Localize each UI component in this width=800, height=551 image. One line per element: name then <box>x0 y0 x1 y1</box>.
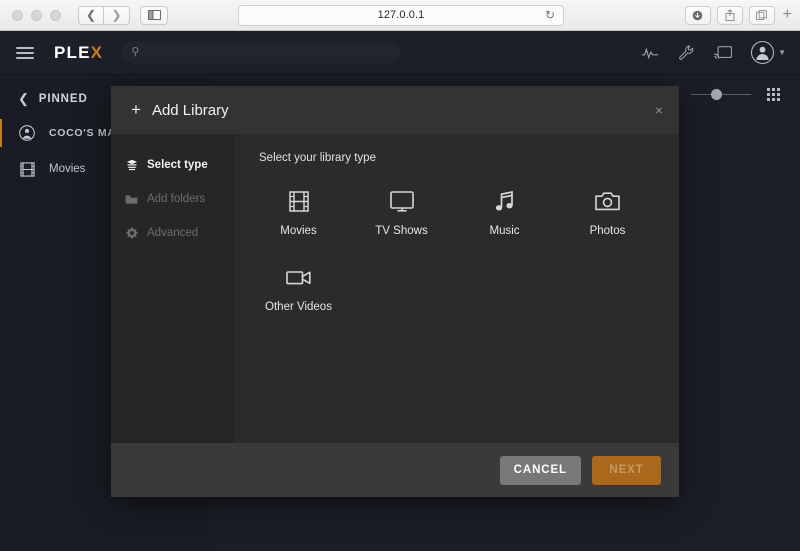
tab-overview-button[interactable] <box>748 5 775 25</box>
back-button[interactable]: ❮ <box>78 5 104 25</box>
share-icon <box>725 9 735 21</box>
library-type-photos[interactable]: Photos <box>556 184 659 260</box>
library-type-grid: Movies TV Shows Music Photos Other Video… <box>235 184 679 336</box>
step-select-type[interactable]: Select type <box>111 148 235 182</box>
downloads-button[interactable] <box>684 5 711 25</box>
close-icon[interactable]: × <box>655 103 663 117</box>
minimize-window-button[interactable] <box>31 9 42 21</box>
download-icon <box>692 10 703 20</box>
browser-nav-group: ❮ ❯ <box>78 5 168 25</box>
browser-toolbar-right: + <box>684 5 792 25</box>
forward-button[interactable]: ❯ <box>104 5 130 25</box>
grid-view-icon[interactable] <box>767 88 780 101</box>
close-window-button[interactable] <box>12 9 23 21</box>
add-library-modal: + Add Library × Select type Add folders … <box>111 86 679 497</box>
modal-body: Select type Add folders Advanced Select … <box>111 134 679 443</box>
search-input[interactable] <box>139 46 402 59</box>
modal-title-group: + Add Library <box>131 100 229 120</box>
avatar[interactable]: ▼ <box>751 41 786 64</box>
next-button[interactable]: NEXT <box>592 455 661 485</box>
library-type-label: Music <box>489 225 520 237</box>
pinned-label: PINNED <box>38 93 88 105</box>
step-advanced[interactable]: Advanced <box>111 216 235 250</box>
modal-header: + Add Library × <box>111 86 679 134</box>
search-icon: ⚲ <box>131 46 140 58</box>
library-type-other-videos[interactable]: Other Videos <box>247 260 350 336</box>
film-strip-icon <box>288 190 309 212</box>
plex-logo-accent: X <box>90 42 104 62</box>
library-type-movies[interactable]: Movies <box>247 184 350 260</box>
camera-icon <box>595 190 620 212</box>
size-slider[interactable] <box>691 89 751 101</box>
slider-knob[interactable] <box>711 89 722 100</box>
library-type-pane: Select your library type Movies TV Shows… <box>235 134 679 443</box>
new-tab-button[interactable]: + <box>783 7 792 23</box>
sidebar-item-label: Movies <box>49 163 86 175</box>
gear-icon <box>125 227 138 239</box>
app-root: ❮ ❯ 127.0.0.1 ↻ + PLEX ⚲ ▼ ❮ PINNED COCO… <box>0 0 800 551</box>
url-text: 127.0.0.1 <box>377 9 425 21</box>
step-label: Select type <box>147 159 208 171</box>
share-button[interactable] <box>716 5 743 25</box>
video-camera-icon <box>286 266 311 288</box>
film-strip-icon <box>18 161 36 177</box>
browser-toolbar: ❮ ❯ 127.0.0.1 ↻ + <box>0 0 800 31</box>
wrench-icon[interactable] <box>678 45 695 61</box>
pane-label: Select your library type <box>259 152 376 164</box>
library-type-label: Movies <box>280 225 317 237</box>
chevron-left-icon[interactable]: ❮ <box>18 91 30 107</box>
step-label: Add folders <box>147 193 206 205</box>
library-type-music[interactable]: Music <box>453 184 556 260</box>
library-type-label: TV Shows <box>375 225 428 237</box>
step-add-folders[interactable]: Add folders <box>111 182 235 216</box>
step-label: Advanced <box>147 227 199 239</box>
sidebar-toggle-button[interactable] <box>140 5 168 25</box>
user-avatar-icon <box>751 41 775 64</box>
library-type-label: Photos <box>589 225 626 237</box>
sidebar-toggle-icon <box>147 10 161 20</box>
library-type-tv-shows[interactable]: TV Shows <box>350 184 453 260</box>
address-bar[interactable]: 127.0.0.1 ↻ <box>238 4 564 26</box>
content-toolbar <box>691 88 780 101</box>
cancel-button[interactable]: CANCEL <box>499 455 581 485</box>
modal-steps-sidebar: Select type Add folders Advanced <box>111 134 235 443</box>
plex-header-actions: ▼ <box>641 41 786 64</box>
chevron-left-icon: ❮ <box>85 8 97 22</box>
user-avatar-icon <box>18 125 36 141</box>
window-traffic-lights <box>12 9 61 21</box>
plex-header: PLEX ⚲ ▼ <box>0 31 800 75</box>
hamburger-icon[interactable] <box>16 46 34 59</box>
folder-icon <box>125 194 138 205</box>
chevron-right-icon: ❯ <box>111 8 122 22</box>
plus-icon: + <box>131 100 141 119</box>
tab-overview-icon <box>756 9 768 20</box>
page-title: Add Library <box>151 101 229 119</box>
chevron-down-icon: ▼ <box>778 48 786 57</box>
activity-pulse-icon[interactable] <box>641 46 659 60</box>
reload-icon[interactable]: ↻ <box>545 9 555 21</box>
modal-footer: CANCEL NEXT <box>111 443 679 497</box>
search-box[interactable]: ⚲ <box>121 41 402 64</box>
maximize-window-button[interactable] <box>50 9 61 21</box>
monitor-icon <box>389 190 414 212</box>
layers-icon <box>125 159 138 171</box>
plex-logo[interactable]: PLEX <box>54 43 103 63</box>
music-note-icon <box>495 190 514 212</box>
plex-logo-main: PLE <box>54 42 91 62</box>
library-type-label: Other Videos <box>265 301 332 313</box>
cast-icon[interactable] <box>714 45 733 60</box>
